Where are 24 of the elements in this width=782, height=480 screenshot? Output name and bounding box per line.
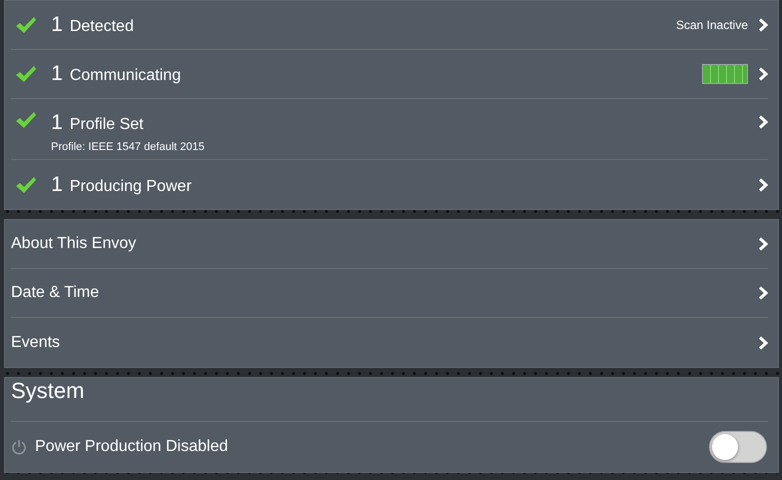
device-count: 1 xyxy=(51,111,63,135)
device-count: 1 xyxy=(51,172,63,196)
status-label: Detected xyxy=(70,18,134,36)
scan-status: Scan Inactive xyxy=(676,18,748,32)
chevron-right-icon xyxy=(758,286,768,300)
chevron-right-icon xyxy=(758,336,768,350)
toggle-switch[interactable] xyxy=(709,431,767,463)
chevron-right-icon xyxy=(758,18,768,32)
chevron-right-icon xyxy=(758,178,768,192)
chevron-right-icon xyxy=(758,115,768,129)
device-count: 1 xyxy=(51,13,63,37)
profile-detail: Profile: IEEE 1547 default 2015 xyxy=(51,141,206,153)
section-title: System xyxy=(11,377,84,405)
chevron-right-icon xyxy=(758,67,768,81)
status-label: Profile Set xyxy=(70,116,144,134)
power-icon xyxy=(11,439,27,455)
chevron-right-icon xyxy=(758,237,768,251)
power-production-label: Power Production Disabled xyxy=(35,438,229,456)
device-count: 1 xyxy=(51,62,63,86)
status-label: Communicating xyxy=(70,67,181,85)
menu-item[interactable]: Date & Time xyxy=(11,284,758,302)
status-label: Producing Power xyxy=(70,178,192,196)
menu-item[interactable]: Events xyxy=(11,334,758,352)
menu-item[interactable]: About This Envoy xyxy=(11,235,758,253)
